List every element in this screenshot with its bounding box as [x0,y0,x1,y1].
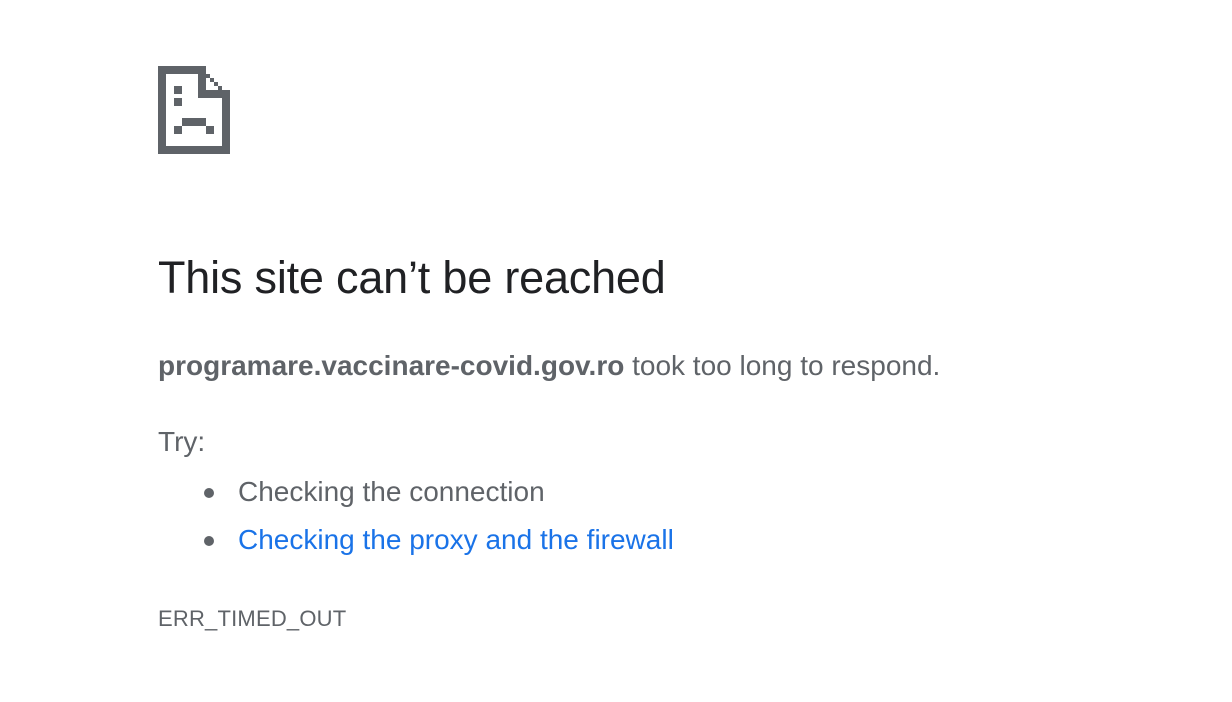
sad-page-icon [158,66,230,154]
bullet-icon [204,488,214,498]
bullet-icon [204,536,214,546]
host-name: programare.vaccinare-covid.gov.ro [158,350,625,381]
suggestion-check-connection: Checking the connection [238,476,545,507]
error-page: This site can’t be reached programare.va… [158,66,1158,634]
error-message: took too long to respond. [624,350,941,381]
error-code: ERR_TIMED_OUT [158,606,347,631]
try-label: Try: [158,426,206,457]
error-summary: programare.vaccinare-covid.gov.ro took t… [158,346,1158,386]
proxy-firewall-link[interactable]: Checking the proxy and the firewall [238,524,674,555]
suggestion-item: Checking the connection [204,468,1158,516]
suggestion-list: Checking the connection Checking the pro… [158,468,1158,564]
page-title: This site can’t be reached [158,252,666,303]
suggestion-item: Checking the proxy and the firewall [204,516,1158,564]
